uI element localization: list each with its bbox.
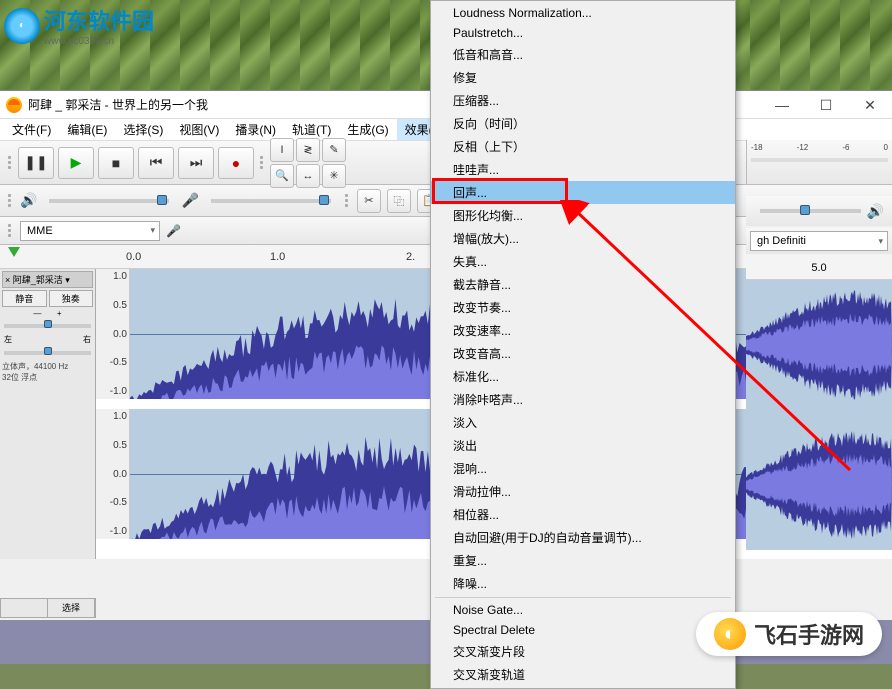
- fx-item[interactable]: 交叉渐变片段: [431, 640, 735, 663]
- menu-1[interactable]: 编辑(E): [59, 119, 115, 140]
- skip-start-button[interactable]: ⏮: [138, 147, 174, 179]
- record-volume-slider[interactable]: [211, 199, 331, 203]
- fx-item[interactable]: 增幅(放大)...: [431, 227, 735, 250]
- mic-vol-icon: 🎤: [181, 192, 198, 209]
- draw-tool[interactable]: ✎: [322, 138, 346, 162]
- select-button[interactable]: 选择: [48, 599, 95, 617]
- feship-logo: ◐ 飞石手游网: [696, 612, 882, 656]
- playback-volume-slider[interactable]: [49, 199, 169, 203]
- fx-item[interactable]: 降噪...: [431, 572, 735, 595]
- fx-item[interactable]: 改变速率...: [431, 319, 735, 342]
- waveform-right-top[interactable]: [746, 280, 892, 410]
- play-button[interactable]: ▶: [58, 147, 94, 179]
- pause-button[interactable]: ❚❚: [18, 147, 54, 179]
- fx-item[interactable]: 滑动拉伸...: [431, 480, 735, 503]
- playhead-marker[interactable]: [8, 247, 20, 257]
- amplitude-scale: 1.00.50.0-0.5-1.0: [96, 409, 130, 539]
- menu-0[interactable]: 文件(F): [4, 119, 59, 140]
- output-device-area: gh Definiti: [746, 228, 892, 254]
- fx-item[interactable]: 反相（上下）: [431, 135, 735, 158]
- solo-button[interactable]: 独奏: [49, 290, 94, 307]
- window-title: 阿肆 _ 郭采洁 - 世界上的另一个我: [28, 96, 208, 113]
- minimize-button[interactable]: —: [760, 91, 804, 119]
- output-device-dropdown[interactable]: gh Definiti: [750, 231, 888, 251]
- app-icon: [6, 97, 22, 113]
- audio-host-dropdown[interactable]: MME: [20, 221, 160, 241]
- close-button[interactable]: ✕: [848, 91, 892, 119]
- fx-item[interactable]: 改变音高...: [431, 342, 735, 365]
- fx-item[interactable]: 淡入: [431, 411, 735, 434]
- watermark-logo: ◐ 河东软件园 www.pc0359.cn: [4, 4, 154, 47]
- track-collapse-bar[interactable]: 选择: [0, 598, 96, 618]
- fx-item[interactable]: 图形化均衡...: [431, 204, 735, 227]
- track-format-info: 立体声，44100 Hz 32位 浮点: [2, 361, 93, 383]
- fx-item[interactable]: 回声...: [431, 181, 735, 204]
- mic-icon: 🎤: [166, 224, 181, 238]
- globe-icon: ◐: [4, 8, 40, 44]
- menu-6[interactable]: 生成(G): [339, 119, 396, 140]
- right-slider-area: 🔊: [746, 196, 892, 226]
- effects-menu[interactable]: Loudness Normalization...Paulstretch...低…: [430, 0, 736, 689]
- fx-item[interactable]: 截去静音...: [431, 273, 735, 296]
- waveform-right-bottom[interactable]: [746, 420, 892, 550]
- fx-item[interactable]: 相位器...: [431, 503, 735, 526]
- maximize-button[interactable]: ☐: [804, 91, 848, 119]
- watermark-url: www.pc0359.cn: [44, 36, 154, 47]
- track-control-panel[interactable]: × 阿肆_郭采洁 ▾ 静音 独奏 — + 左 右 立体声，44100 Hz 32…: [0, 269, 96, 559]
- fx-item[interactable]: 交叉渐变轨道: [431, 663, 735, 686]
- timeline-right[interactable]: 5.0: [746, 256, 892, 280]
- feship-icon: ◐: [714, 618, 746, 650]
- timeshift-tool[interactable]: ↔: [296, 164, 320, 188]
- fx-item[interactable]: 消除咔嗒声...: [431, 388, 735, 411]
- record-button[interactable]: ●: [218, 147, 254, 179]
- pan-slider[interactable]: [4, 351, 91, 355]
- fx-item[interactable]: Noise Gate...: [431, 600, 735, 620]
- speaker-icon: 🔊: [867, 203, 884, 220]
- fx-item[interactable]: 自动回避(用于DJ的自动音量调节)...: [431, 526, 735, 549]
- fx-item[interactable]: 重复...: [431, 549, 735, 572]
- timeline-tick: 1.0: [270, 251, 285, 263]
- menu-2[interactable]: 选择(S): [115, 119, 171, 140]
- multi-tool[interactable]: ✳: [322, 164, 346, 188]
- fx-item[interactable]: 哇哇声...: [431, 158, 735, 181]
- fx-item[interactable]: 修复: [431, 66, 735, 89]
- gain-slider[interactable]: [4, 324, 91, 328]
- timeline-tick: 2.: [406, 251, 415, 263]
- cut-button[interactable]: ✂: [357, 189, 381, 213]
- fx-item[interactable]: 淡出: [431, 434, 735, 457]
- fx-item[interactable]: Paulstretch...: [431, 23, 735, 43]
- track-header[interactable]: × 阿肆_郭采洁 ▾: [2, 271, 93, 288]
- zoom-tool[interactable]: 🔍: [270, 164, 294, 188]
- fx-item[interactable]: Spectral Delete: [431, 620, 735, 640]
- fx-item[interactable]: 低音和高音...: [431, 43, 735, 66]
- skip-end-button[interactable]: ⏭: [178, 147, 214, 179]
- fx-item[interactable]: 改变节奏...: [431, 296, 735, 319]
- copy-button[interactable]: ⿻: [387, 189, 411, 213]
- fx-item[interactable]: 混响...: [431, 457, 735, 480]
- timeline-tick: 0.0: [126, 251, 141, 263]
- meter-slider[interactable]: [760, 209, 861, 213]
- speaker-icon: 🔊: [20, 192, 37, 209]
- collapse-button[interactable]: [1, 599, 48, 617]
- fx-item[interactable]: Loudness Normalization...: [431, 3, 735, 23]
- envelope-tool[interactable]: ≷: [296, 138, 320, 162]
- fx-item[interactable]: 反向（时间）: [431, 112, 735, 135]
- fx-item[interactable]: 标准化...: [431, 365, 735, 388]
- recording-meter[interactable]: -18-12-60: [746, 140, 892, 184]
- watermark-name: 河东软件园: [44, 9, 154, 34]
- mute-button[interactable]: 静音: [2, 290, 47, 307]
- fx-item[interactable]: 失真...: [431, 250, 735, 273]
- fx-item[interactable]: 压缩器...: [431, 89, 735, 112]
- amplitude-scale: 1.00.50.0-0.5-1.0: [96, 269, 130, 399]
- menu-3[interactable]: 视图(V): [171, 119, 227, 140]
- selection-tool[interactable]: I: [270, 138, 294, 162]
- stop-button[interactable]: ■: [98, 147, 134, 179]
